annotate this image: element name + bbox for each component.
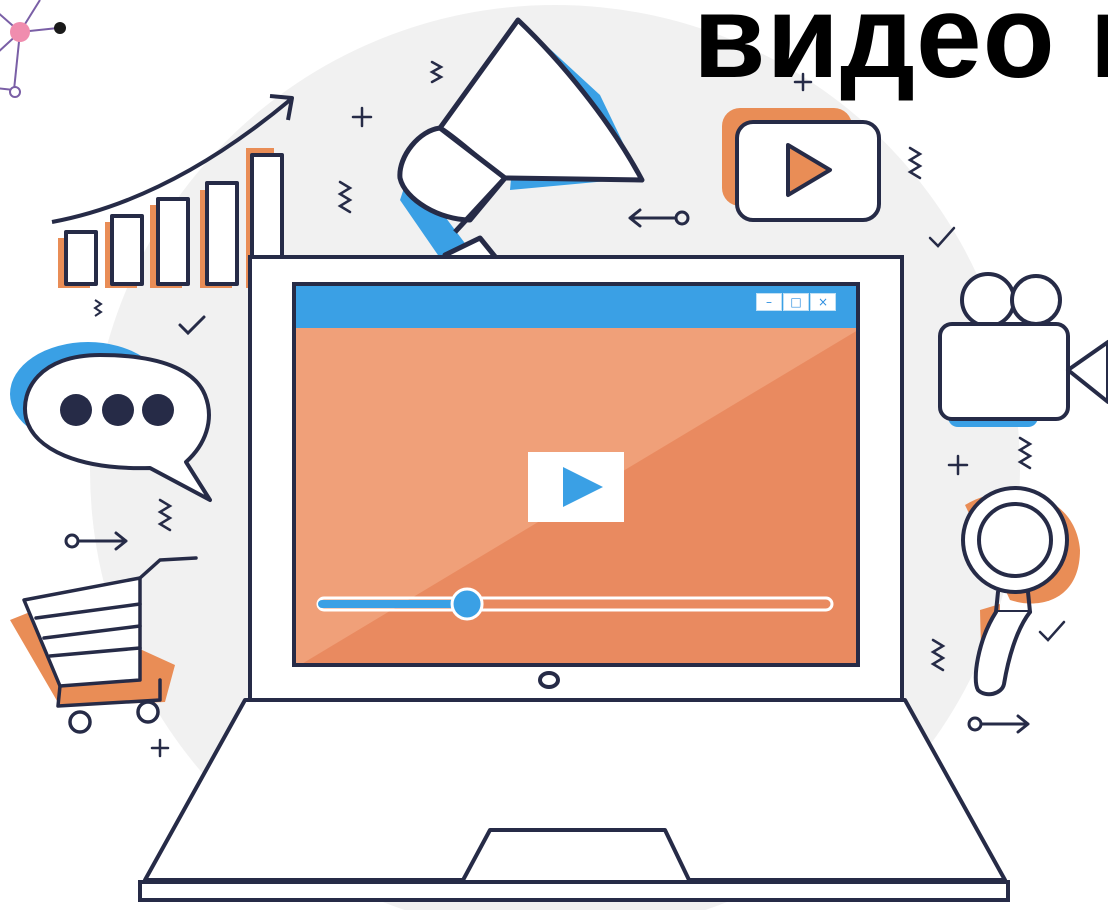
headline: видео м bbox=[693, 0, 1108, 103]
illustration-stage: – □ × видео м bbox=[0, 0, 1108, 910]
video-camera-icon bbox=[938, 272, 1108, 427]
webcam-icon bbox=[538, 671, 560, 689]
progress-knob[interactable] bbox=[450, 587, 484, 621]
window-controls: – □ × bbox=[756, 293, 836, 311]
network-nodes-icon bbox=[0, 0, 66, 98]
progress-fill bbox=[318, 600, 468, 608]
close-icon[interactable]: × bbox=[810, 293, 836, 311]
minimize-icon[interactable]: – bbox=[756, 293, 782, 311]
maximize-icon[interactable]: □ bbox=[783, 293, 809, 311]
video-play-card-icon bbox=[722, 108, 881, 222]
video-marketing-illustration bbox=[0, 0, 1108, 910]
video-player-window bbox=[292, 282, 860, 667]
